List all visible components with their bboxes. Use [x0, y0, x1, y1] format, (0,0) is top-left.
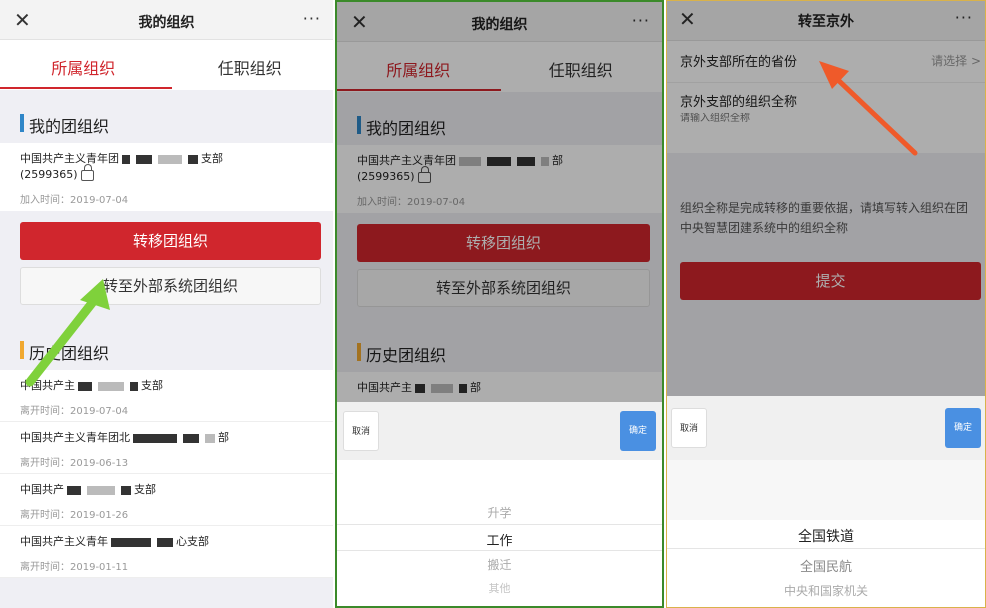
arrow-shaft [834, 76, 918, 156]
panel-reason-picker: ✕ 我的组织 ··· 所属组织 任职组织 我的团组织 中国共产主义青年团部 (2… [335, 0, 664, 608]
picker-option[interactable]: 全国民航 [667, 556, 985, 575]
picker-confirm-button[interactable]: 确定 [620, 411, 656, 451]
picker-option-selected[interactable]: 全国铁道 [667, 526, 985, 546]
modal-overlay[interactable] [337, 2, 662, 402]
picker-divider [667, 548, 985, 549]
picker-toolbar: 取消 确定 [337, 402, 662, 460]
green-annotation-arrow [25, 279, 110, 387]
panel-transfer-outside-beijing: ✕ 转至京外 ··· 京外支部所在的省份 请选择 > 京外支部的组织全称 组织全… [666, 0, 986, 608]
picker-divider [337, 524, 662, 525]
panel-my-organization: ✕ 我的组织 ··· 所属组织 任职组织 我的团组织 中国共产主义青年团 支部 (… [0, 0, 333, 608]
picker-option[interactable]: 升学 [337, 504, 662, 521]
picker-option[interactable]: 搬迁 [337, 556, 662, 573]
picker-fade-area [667, 460, 985, 520]
picker-option[interactable]: 中央和国家机关 [667, 582, 985, 599]
picker-confirm-button[interactable]: 确定 [945, 408, 981, 448]
arrow-shaft [25, 293, 101, 387]
picker-cancel-button[interactable]: 取消 [343, 411, 379, 451]
reason-picker-sheet: 取消 确定 升学 工作 搬迁 其他 [337, 402, 662, 606]
picker-cancel-button[interactable]: 取消 [671, 408, 707, 448]
category-picker-sheet: 取消 确定 全国铁道 全国民航 中央和国家机关 [667, 396, 985, 607]
picker-toolbar: 取消 确定 [667, 396, 985, 460]
picker-option-selected[interactable]: 工作 [337, 530, 662, 549]
picker-divider [337, 550, 662, 551]
picker-option[interactable]: 其他 [337, 580, 662, 596]
